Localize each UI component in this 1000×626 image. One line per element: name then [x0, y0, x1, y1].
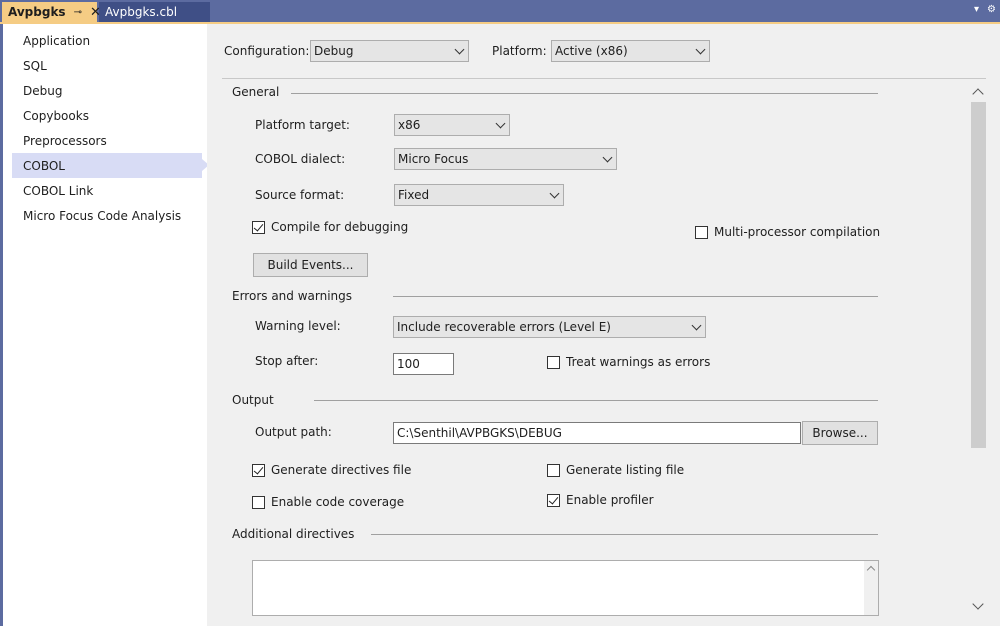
generate-listing-label: Generate listing file — [566, 463, 685, 477]
checkbox-unchecked-icon — [695, 225, 708, 239]
section-additional-title: Additional directives — [232, 527, 355, 541]
output-path-value: C:\Senthil\AVPBGKS\DEBUG — [397, 426, 562, 440]
configuration-label: Configuration: — [224, 44, 310, 58]
sidebar-item-code-analysis[interactable]: Micro Focus Code Analysis — [12, 203, 202, 228]
source-format-value: Fixed — [398, 188, 430, 202]
profiler-checkbox[interactable]: Enable profiler — [547, 493, 654, 507]
vertical-scrollbar[interactable] — [970, 84, 987, 614]
generate-directives-checkbox[interactable]: Generate directives file — [252, 463, 411, 477]
chevron-down-icon — [454, 44, 465, 55]
sidebar-item-cobol-link[interactable]: COBOL Link — [12, 178, 202, 203]
checkbox-checked-icon — [252, 463, 265, 477]
scroll-down-icon[interactable] — [972, 598, 984, 610]
tab-label: Avpbgks — [8, 5, 66, 19]
sidebar-item-copybooks[interactable]: Copybooks — [12, 103, 202, 128]
chevron-down-icon — [549, 188, 560, 199]
section-divider — [291, 93, 878, 94]
additional-directives-textarea[interactable] — [252, 560, 879, 616]
sidebar-item-label: Copybooks — [23, 108, 89, 123]
source-format-select[interactable]: Fixed — [394, 184, 564, 206]
output-path-label: Output path: — [255, 425, 332, 439]
checkbox-unchecked-icon — [547, 463, 560, 477]
pin-icon[interactable]: ⊸ — [74, 7, 82, 18]
sidebar-item-application[interactable]: Application — [12, 28, 202, 53]
tabstrip-controls: ▾ ⚙ — [974, 4, 996, 15]
treat-warnings-label: Treat warnings as errors — [566, 355, 711, 369]
chevron-down-icon — [695, 44, 706, 55]
scrollbar-thumb[interactable] — [971, 102, 986, 448]
code-coverage-checkbox[interactable]: Enable code coverage — [252, 495, 404, 509]
code-coverage-label: Enable code coverage — [271, 495, 405, 509]
checkbox-unchecked-icon — [252, 495, 265, 509]
sidebar-item-label: Application — [23, 33, 91, 48]
platform-target-select[interactable]: x86 — [394, 114, 510, 136]
browse-label: Browse... — [812, 426, 868, 440]
checkbox-checked-icon — [547, 493, 560, 507]
configuration-select[interactable]: Debug — [310, 40, 469, 62]
build-events-button[interactable]: Build Events... — [253, 253, 368, 277]
sidebar-item-label: Micro Focus Code Analysis — [23, 208, 182, 223]
sidebar-item-label: SQL — [23, 58, 47, 73]
checkbox-checked-icon — [252, 220, 265, 234]
section-output-title: Output — [232, 393, 274, 407]
platform-select[interactable]: Active (x86) — [551, 40, 710, 62]
dropdown-icon[interactable]: ▾ — [974, 4, 979, 15]
stop-after-label: Stop after: — [255, 354, 319, 368]
section-divider — [393, 296, 878, 297]
browse-button[interactable]: Browse... — [802, 421, 878, 445]
multiprocessor-label: Multi-processor compilation — [714, 225, 881, 239]
settings-icon[interactable]: ⚙ — [987, 4, 996, 15]
compile-debugging-checkbox[interactable]: Compile for debugging — [252, 220, 408, 234]
warning-level-label: Warning level: — [255, 319, 341, 333]
source-format-label: Source format: — [255, 188, 345, 202]
stop-after-input[interactable]: 100 — [393, 353, 454, 375]
document-tab-strip: Avpbgks ⊸ ✕ Avpbgks.cbl ▾ ⚙ — [0, 0, 1000, 22]
textarea-scrollbar[interactable] — [864, 561, 878, 615]
properties-sidebar: Application SQL Debug Copybooks Preproce… — [3, 24, 209, 626]
sidebar-item-label: Debug — [23, 83, 63, 98]
sidebar-item-label: COBOL Link — [23, 183, 94, 198]
warning-level-select[interactable]: Include recoverable errors (Level E) — [393, 316, 706, 338]
configuration-value: Debug — [314, 44, 354, 58]
compile-debugging-label: Compile for debugging — [271, 220, 409, 234]
output-path-input[interactable]: C:\Senthil\AVPBGKS\DEBUG — [393, 422, 801, 444]
sidebar-item-debug[interactable]: Debug — [12, 78, 202, 103]
platform-target-value: x86 — [398, 118, 421, 132]
tab-avpbgks[interactable]: Avpbgks ⊸ ✕ — [2, 2, 101, 22]
chevron-down-icon — [495, 118, 506, 129]
multiprocessor-checkbox[interactable]: Multi-processor compilation — [695, 225, 880, 239]
tab-avpbgks-cbl[interactable]: Avpbgks.cbl — [99, 2, 210, 22]
platform-value: Active (x86) — [555, 44, 628, 58]
sidebar-item-label: COBOL — [23, 158, 65, 173]
scroll-up-icon[interactable] — [972, 88, 984, 100]
scroll-up-icon[interactable] — [866, 565, 876, 575]
warning-level-value: Include recoverable errors (Level E) — [397, 320, 611, 334]
cobol-dialect-value: Micro Focus — [398, 152, 469, 166]
section-divider — [371, 534, 878, 535]
section-general-title: General — [232, 85, 280, 99]
sidebar-item-sql[interactable]: SQL — [12, 53, 202, 78]
stop-after-value: 100 — [397, 357, 420, 371]
cobol-dialect-select[interactable]: Micro Focus — [394, 148, 617, 170]
panel-top-border — [222, 78, 986, 79]
section-errors-title: Errors and warnings — [232, 289, 353, 303]
properties-content: Configuration: Debug Platform: Active (x… — [207, 24, 1000, 626]
generate-directives-label: Generate directives file — [271, 463, 412, 477]
profiler-label: Enable profiler — [566, 493, 654, 507]
platform-label: Platform: — [492, 44, 547, 58]
sidebar-item-preprocessors[interactable]: Preprocessors — [12, 128, 202, 153]
sidebar-item-cobol[interactable]: COBOL — [12, 153, 209, 178]
build-events-label: Build Events... — [267, 258, 354, 272]
sidebar-item-label: Preprocessors — [23, 133, 107, 148]
platform-target-label: Platform target: — [255, 118, 350, 132]
chevron-down-icon — [691, 320, 702, 331]
checkbox-unchecked-icon — [547, 355, 560, 369]
treat-warnings-checkbox[interactable]: Treat warnings as errors — [547, 355, 710, 369]
tab-label: Avpbgks.cbl — [105, 5, 178, 19]
cobol-dialect-label: COBOL dialect: — [255, 152, 346, 166]
chevron-down-icon — [602, 152, 613, 163]
section-divider — [314, 400, 878, 401]
generate-listing-checkbox[interactable]: Generate listing file — [547, 463, 684, 477]
